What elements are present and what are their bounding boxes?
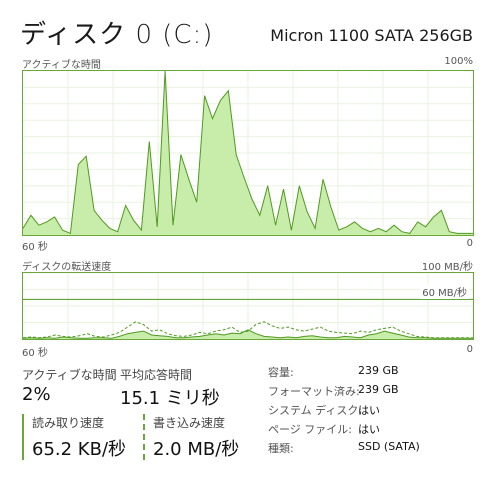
read-speed-value: 65.2 KB/秒 bbox=[32, 439, 127, 460]
response-time-label: 平均応答時間 bbox=[120, 368, 193, 382]
transfer-graph-min: 0 bbox=[466, 344, 473, 355]
active-time-label: アクティブな時間 bbox=[22, 368, 117, 382]
transfer-graph bbox=[22, 272, 474, 340]
property-key-formatted: フォーマット済み: bbox=[268, 385, 360, 398]
property-key-page-file: ページ ファイル: bbox=[268, 423, 352, 436]
write-speed-value: 2.0 MB/秒 bbox=[153, 439, 240, 460]
disk-title: ディスク 0 (C:) bbox=[20, 20, 214, 50]
write-speed-label: 書き込み速度 bbox=[153, 416, 226, 430]
transfer-graph-label: ディスクの転送速度 bbox=[22, 262, 112, 273]
property-value-page-file: はい bbox=[358, 423, 380, 436]
property-value-capacity: 239 GB bbox=[358, 364, 399, 377]
read-speed-block: 読み取り速度 65.2 KB/秒 bbox=[22, 414, 132, 460]
write-speed-block: 書き込み速度 2.0 MB/秒 bbox=[143, 414, 263, 460]
disk-model: Micron 1100 SATA 256GB bbox=[270, 26, 473, 45]
activity-graph-min: 0 bbox=[466, 238, 473, 249]
activity-graph-svg bbox=[22, 70, 473, 235]
property-value-formatted: 239 GB bbox=[358, 383, 399, 396]
transfer-graph-max: 100 MB/秒 bbox=[421, 262, 473, 273]
property-key-type: 種類: bbox=[268, 442, 294, 455]
activity-graph-time: 60 秒 bbox=[22, 242, 48, 253]
transfer-reference-label: 60 MB/秒 bbox=[420, 284, 469, 299]
transfer-graph-time: 60 秒 bbox=[22, 348, 48, 359]
activity-graph-max: 100% bbox=[444, 56, 473, 67]
transfer-graph-svg bbox=[22, 273, 473, 339]
active-time-value: 2% bbox=[22, 384, 51, 405]
response-time-value: 15.1 ミリ秒 bbox=[120, 388, 220, 409]
property-key-system-disk: システム ディスク: bbox=[268, 404, 363, 417]
activity-graph bbox=[22, 70, 474, 236]
activity-graph-label: アクティブな時間 bbox=[22, 60, 101, 71]
property-value-type: SSD (SATA) bbox=[358, 440, 420, 453]
read-speed-label: 読み取り速度 bbox=[32, 416, 105, 430]
property-value-system-disk: はい bbox=[358, 404, 380, 417]
property-key-capacity: 容量: bbox=[268, 366, 294, 379]
